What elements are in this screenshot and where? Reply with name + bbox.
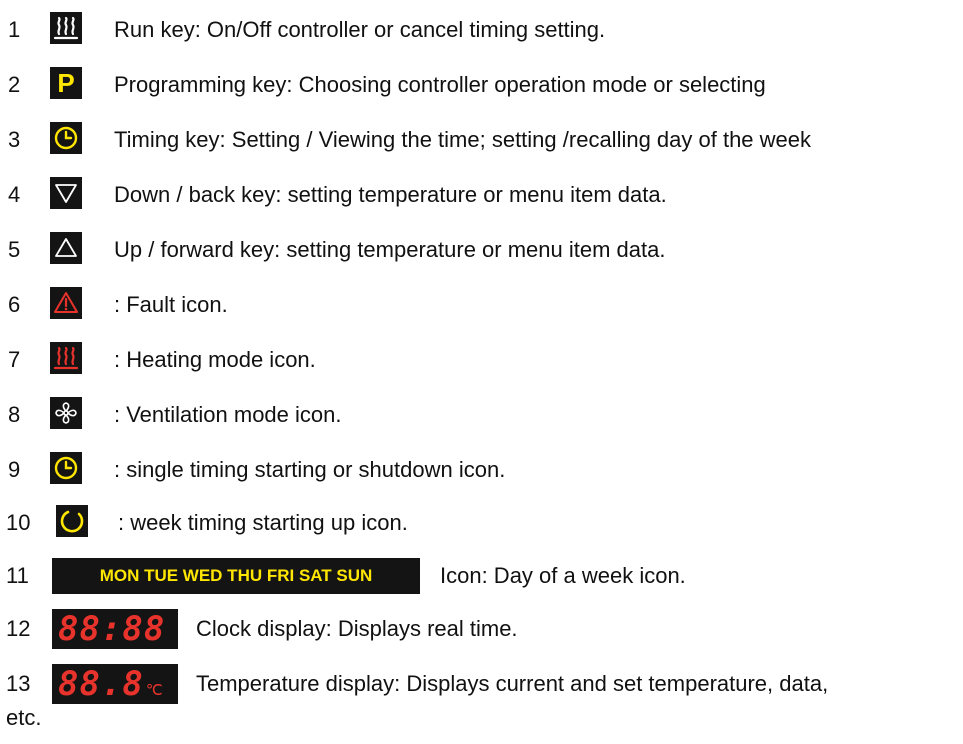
item-number: 3 — [8, 127, 21, 152]
item-description: Up / forward key: setting temperature or… — [114, 237, 666, 262]
down-triangle-icon — [50, 177, 82, 209]
item-number: 8 — [8, 402, 21, 427]
legend-item-programming-key: 2 P Programming key: Choosing controller… — [0, 67, 963, 107]
item-number: 11 — [6, 563, 29, 588]
p-key-icon: P — [50, 67, 82, 99]
temperature-digits: 88.8 — [58, 664, 144, 704]
heat-key-icon — [50, 12, 82, 44]
fault-warning-icon — [50, 287, 82, 319]
week-timer-icon — [56, 505, 88, 537]
item-description: : Ventilation mode icon. — [114, 402, 342, 427]
legend-item-single-timing: 9 : single timing starting or shutdown i… — [0, 452, 963, 492]
item-number: 7 — [8, 347, 21, 372]
item-description: Programming key: Choosing controller ope… — [114, 72, 766, 97]
item-description: Down / back key: setting temperature or … — [114, 182, 667, 207]
legend-item-down-key: 4 Down / back key: setting temperature o… — [0, 177, 963, 217]
legend-item-week-timing: 10 : week timing starting up icon. — [0, 505, 963, 545]
item-description: Icon: Day of a week icon. — [440, 563, 686, 588]
clock-seven-segment-display: 88:88 — [52, 609, 178, 649]
item-number: 1 — [8, 17, 21, 42]
p-key-symbol: P — [57, 68, 75, 98]
legend-item-clock-display: 12 88:88 Clock display: Displays real ti… — [0, 609, 963, 651]
item-number: 5 — [8, 237, 21, 262]
single-timer-icon — [50, 452, 82, 484]
item-number: 6 — [8, 292, 21, 317]
legend-item-up-key: 5 Up / forward key: setting temperature … — [0, 232, 963, 272]
item-description: : Heating mode icon. — [114, 347, 316, 372]
item-description: : single timing starting or shutdown ico… — [114, 457, 506, 482]
item-description: Timing key: Setting / Viewing the time; … — [114, 127, 812, 152]
legend-item-heating-mode: 7 : Heating mode icon. — [0, 342, 963, 382]
legend-item-fault-icon: 6 : Fault icon. — [0, 287, 963, 327]
heating-mode-icon — [50, 342, 82, 374]
weekday-labels: MON TUE WED THU FRI SAT SUN — [99, 566, 373, 585]
item-description: Temperature display: Displays current an… — [196, 671, 829, 696]
item-number: 13 — [6, 671, 31, 696]
item-description: : Fault icon. — [114, 292, 228, 317]
temperature-seven-segment-display: 88.8 ℃ — [52, 664, 178, 704]
legend-item-ventilation-mode: 8 : Ventilation mode icon. — [0, 397, 963, 437]
item-number: 12 — [6, 616, 31, 641]
fan-icon — [50, 397, 82, 429]
item-number: 2 — [8, 72, 21, 97]
clock-key-icon — [50, 122, 82, 154]
legend-item-weekdays: 11 MON TUE WED THU FRI SAT SUN Icon: Day… — [0, 558, 963, 598]
up-triangle-icon — [50, 232, 82, 264]
item-description: Run key: On/Off controller or cancel tim… — [114, 17, 606, 42]
item-description: : week timing starting up icon. — [118, 510, 408, 535]
item-number: 4 — [8, 182, 21, 207]
legend-item-timing-key: 3 Timing key: Setting / Viewing the time… — [0, 122, 963, 162]
item-number: 9 — [8, 457, 21, 482]
item-description: Clock display: Displays real time. — [196, 616, 518, 641]
legend-item-temperature-display: 13 88.8 ℃ Temperature display: Displays … — [0, 664, 963, 706]
clock-digits: 88:88 — [58, 609, 166, 649]
legend-item-run-key: 1 Run key: On/Off controller or cancel t… — [0, 12, 963, 52]
item-number: 10 — [6, 510, 31, 535]
weekday-display-bar: MON TUE WED THU FRI SAT SUN — [52, 558, 420, 594]
celsius-unit: ℃ — [145, 682, 163, 699]
continuation-text: etc. — [6, 705, 42, 730]
